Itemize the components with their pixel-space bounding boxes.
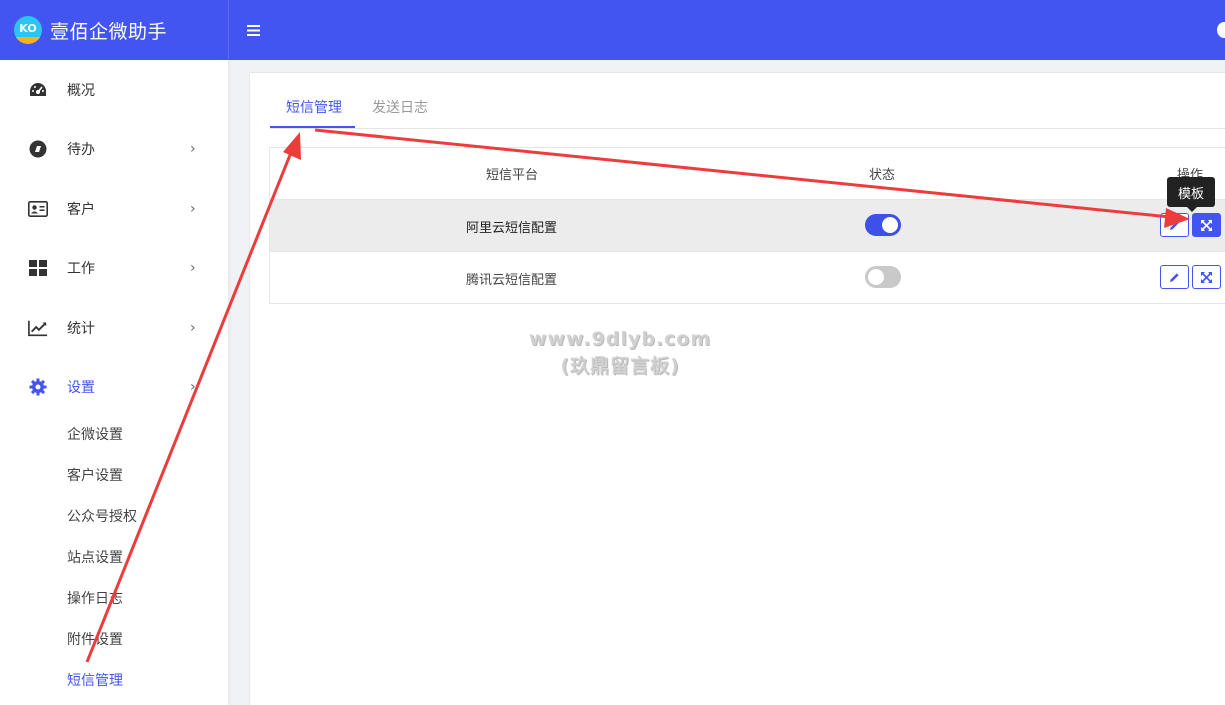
edit-button[interactable] [1160, 265, 1189, 289]
chart-line-icon [28, 318, 48, 338]
sidebar-item-overview[interactable]: 概况 [0, 70, 228, 110]
sidebar: 概况 待办 › 客户 › 工作 › 统计 › 设置 › 企微设置 客户设置 公众… [0, 60, 228, 705]
content-panel: 短信管理 发送日志 短信平台 状态 操作 阿里云短信配置 腾讯云短信配置 模板 [249, 72, 1225, 705]
app-title: 壹佰企微助手 [50, 20, 168, 43]
sidebar-item-work[interactable]: 工作 › [0, 248, 228, 288]
sidebar-subitem-operation-log[interactable]: 操作日志 [67, 588, 123, 608]
pencil-icon [1170, 220, 1179, 230]
logo-text: KO [19, 21, 37, 35]
edit-button[interactable] [1160, 213, 1189, 237]
watermark-url: www.9dlyb.com [528, 328, 712, 350]
sidebar-item-customer[interactable]: 客户 › [0, 189, 228, 229]
sidebar-label-customer: 客户 [67, 202, 95, 218]
expand-icon [1201, 271, 1212, 283]
sidebar-item-settings[interactable]: 设置 › [0, 367, 228, 407]
hamburger-icon[interactable] [247, 21, 260, 40]
chevron-right-icon: › [190, 320, 196, 336]
platform-name: 阿里云短信配置 [466, 221, 558, 236]
active-tab-indicator [270, 126, 355, 128]
top-header: KO 壹佰企微助手 [0, 0, 1225, 60]
app-logo: KO [14, 16, 42, 44]
sidebar-subitem-site-settings[interactable]: 站点设置 [67, 547, 123, 567]
toggle-knob [882, 217, 898, 233]
watermark-caption: (玖鼎留言板) [560, 355, 680, 377]
grid-icon [28, 258, 48, 278]
chevron-right-icon: › [190, 141, 196, 157]
chevron-right-icon: › [190, 260, 196, 276]
tab-sms-management[interactable]: 短信管理 [286, 97, 342, 117]
platform-name: 腾讯云短信配置 [466, 273, 558, 288]
sidebar-label-overview: 概况 [67, 83, 95, 99]
sidebar-label-work: 工作 [67, 261, 95, 277]
sidebar-subitem-wecom-settings[interactable]: 企微设置 [67, 424, 123, 444]
template-button[interactable] [1192, 265, 1221, 289]
column-header-platform: 短信平台 [486, 168, 539, 183]
status-toggle[interactable] [865, 214, 901, 236]
sidebar-label-settings: 设置 [67, 380, 95, 396]
sidebar-label-statistics: 统计 [67, 321, 95, 337]
id-card-icon [28, 199, 48, 219]
todo-icon [28, 139, 48, 159]
header-divider [228, 0, 229, 60]
chevron-right-icon: › [190, 201, 196, 217]
template-tooltip: 模板 [1167, 177, 1215, 212]
status-toggle[interactable] [865, 266, 901, 288]
dashboard-icon [28, 80, 48, 100]
sidebar-item-statistics[interactable]: 统计 › [0, 308, 228, 348]
table-row: 腾讯云短信配置 [270, 251, 1225, 303]
sidebar-subitem-attachment-settings[interactable]: 附件设置 [67, 629, 123, 649]
pencil-icon [1170, 272, 1179, 282]
watermark: www.9dlyb.com (玖鼎留言板) [480, 326, 760, 380]
sms-platform-table: 短信平台 状态 操作 阿里云短信配置 腾讯云短信配置 [269, 147, 1225, 304]
chevron-right-icon: › [190, 379, 196, 395]
sidebar-subitem-customer-settings[interactable]: 客户设置 [67, 465, 123, 485]
gear-icon [28, 377, 48, 397]
tab-send-log[interactable]: 发送日志 [372, 97, 428, 117]
template-button[interactable] [1192, 213, 1221, 237]
sidebar-subitem-sms-management[interactable]: 短信管理 [67, 670, 123, 690]
sidebar-subitem-official-account-auth[interactable]: 公众号授权 [67, 506, 137, 526]
column-header-status: 状态 [869, 168, 896, 183]
sidebar-label-todo: 待办 [67, 142, 95, 158]
tab-bar: 短信管理 发送日志 [270, 91, 1225, 129]
expand-icon [1201, 219, 1212, 231]
sidebar-item-todo[interactable]: 待办 › [0, 129, 228, 169]
table-row: 阿里云短信配置 [270, 199, 1225, 251]
brand[interactable]: KO 壹佰企微助手 [0, 0, 228, 60]
toggle-knob [868, 269, 884, 285]
user-avatar[interactable] [1217, 22, 1225, 38]
